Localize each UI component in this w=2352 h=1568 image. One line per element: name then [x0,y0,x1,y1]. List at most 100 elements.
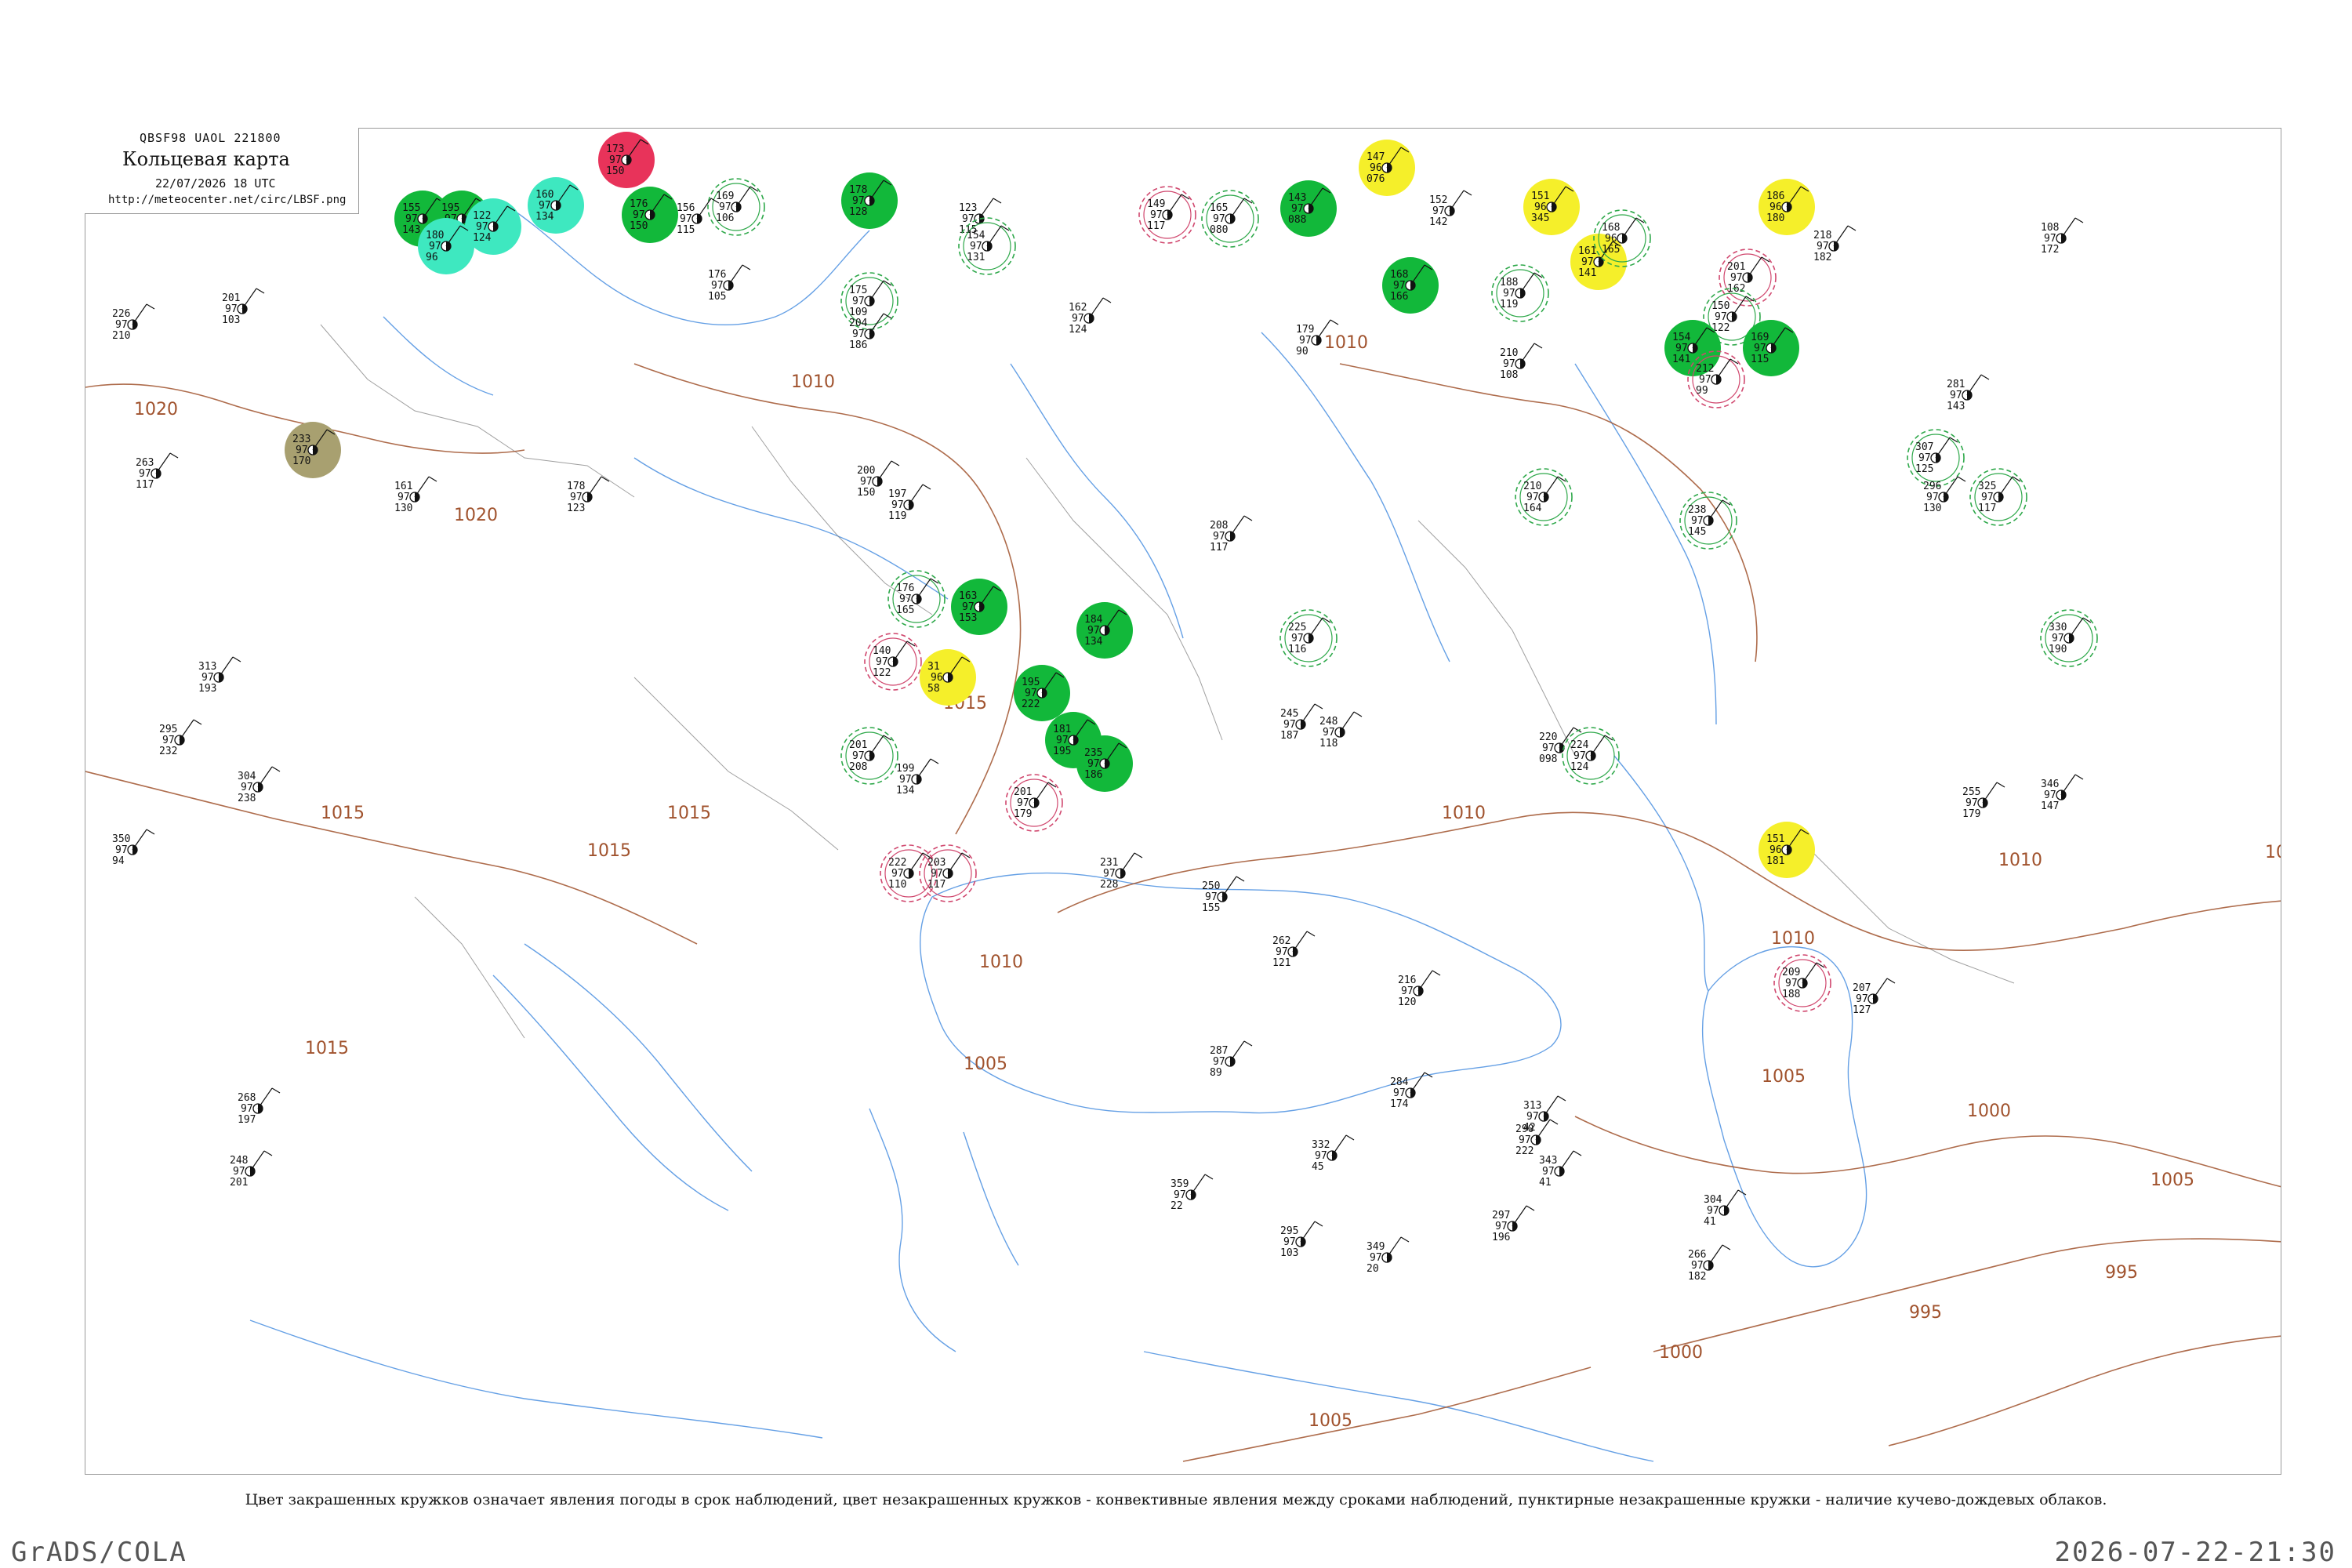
station-visibility: 97 [962,213,975,225]
station-temperature: 208 [1210,520,1228,532]
wind-barb [257,766,273,788]
station-plot: 26697182 [1688,1244,1731,1283]
station-temperature: 262 [1272,935,1290,947]
wind-barb [1715,358,1731,380]
station-dewpoint: 345 [1531,212,1549,224]
isobars [85,363,2281,1462]
station-visibility: 97 [1691,515,1704,527]
wind-barb [241,288,257,310]
station-dewpoint: 115 [677,224,695,236]
station-plot: 17897128 [841,172,898,229]
wind-barb [1308,617,1323,639]
station-temperature: 266 [1688,1249,1706,1261]
station-temperature: 147 [1367,151,1385,163]
station-dewpoint: 150 [606,165,624,177]
station-plot: 17697150 [622,187,678,243]
station-temperature: 216 [1398,975,1416,986]
station-visibility: 97 [539,200,551,212]
wind-barb-feather [1557,1095,1566,1102]
station-visibility: 97 [1675,343,1688,354]
wind-barb-feather [1243,515,1253,521]
station-temperature: 313 [1523,1100,1541,1112]
station-dewpoint: 94 [112,855,125,867]
station-temperature: 325 [1978,481,1996,492]
station-visibility: 97 [1432,205,1445,217]
station-plot: 18696180 [1759,179,1815,235]
wind-barb-feather [169,452,179,459]
station-visibility: 97 [852,195,865,207]
wind-barb-feather [1236,876,1245,882]
station-temperature: 330 [2049,622,2067,633]
station-visibility: 97 [1299,335,1312,347]
wind-barb-feather [146,303,155,310]
isobar-label: 995 [1909,1303,1942,1323]
coast-aegean [869,1108,1019,1352]
wind-barb [1339,711,1355,733]
station-visibility: 97 [1174,1189,1186,1201]
wind-barb [1417,970,1433,992]
wind-barb-feather [1996,782,2005,788]
wind-barb [132,829,147,851]
station-temperature: 295 [1280,1225,1298,1237]
station-temperature: 231 [1100,857,1118,869]
wind-barb-feather [263,1150,273,1156]
station-dewpoint: 58 [927,683,940,695]
station-dewpoint: 179 [1962,808,1980,820]
station-visibility: 97 [1503,358,1515,370]
station-visibility: 97 [1393,1087,1406,1099]
wind-barb [1088,297,1104,319]
isobar-label: 1010 [1771,929,1815,949]
station-visibility: 97 [1542,1166,1555,1178]
station-temperature: 175 [849,285,867,296]
wind-barb [869,280,884,302]
wind-barb-feather [1330,319,1339,325]
station-temperature: 184 [1084,614,1103,626]
wind-barb [218,656,234,678]
station-visibility: 97 [1573,750,1586,762]
station-plot: 29797196 [1492,1205,1535,1243]
station-temperature: 155 [402,202,420,214]
station-temperature: 195 [441,202,459,214]
station-visibility: 97 [1730,272,1743,284]
station-visibility: 97 [1699,374,1711,386]
station-dewpoint: 088 [1288,214,1306,226]
station-dewpoint: 124 [473,232,492,244]
wind-barb [908,852,924,874]
station-temperature: 156 [677,202,695,214]
wind-barb [735,186,751,208]
station-plot: 30797125 [1907,429,1965,487]
station-visibility: 97 [719,201,731,213]
station-dewpoint: 182 [1813,252,1831,263]
station-temperature: 31 [927,661,940,673]
station-plot: 3499720 [1367,1236,1410,1275]
station-dewpoint: 134 [535,211,554,223]
station-plot: 26297121 [1272,931,1316,969]
station-temperature: 199 [896,763,914,775]
station-temperature: 268 [238,1092,256,1104]
station-dewpoint: 96 [426,252,438,263]
station-visibility: 97 [1918,452,1931,464]
station-visibility: 97 [970,241,982,252]
station-plot: 26397117 [136,452,179,491]
station-visibility: 96 [1370,162,1382,174]
station-dewpoint: 145 [1688,526,1706,538]
wind-barb-feather [930,758,939,764]
station-visibility: 97 [1856,993,1868,1005]
station-temperature: 197 [888,488,906,500]
station-temperature: 263 [136,457,154,469]
station-visibility: 97 [931,868,943,880]
station-temperature: 123 [959,202,977,214]
border-1 [320,324,635,498]
station-plot: 30497238 [238,766,281,804]
station-temperature: 143 [1288,192,1306,204]
station-dewpoint: 166 [1390,291,1408,303]
wind-barb-feather [1980,374,1990,380]
station-plot: 18497134 [1076,602,1133,659]
wind-barb [1943,476,1958,498]
station-temperature: 150 [1711,300,1730,312]
station-visibility: 97 [1495,1221,1508,1232]
station-visibility: 97 [1072,313,1084,325]
station-visibility: 97 [1291,633,1304,644]
river-4 [633,457,949,600]
station-plot: 16597080 [1201,190,1259,248]
